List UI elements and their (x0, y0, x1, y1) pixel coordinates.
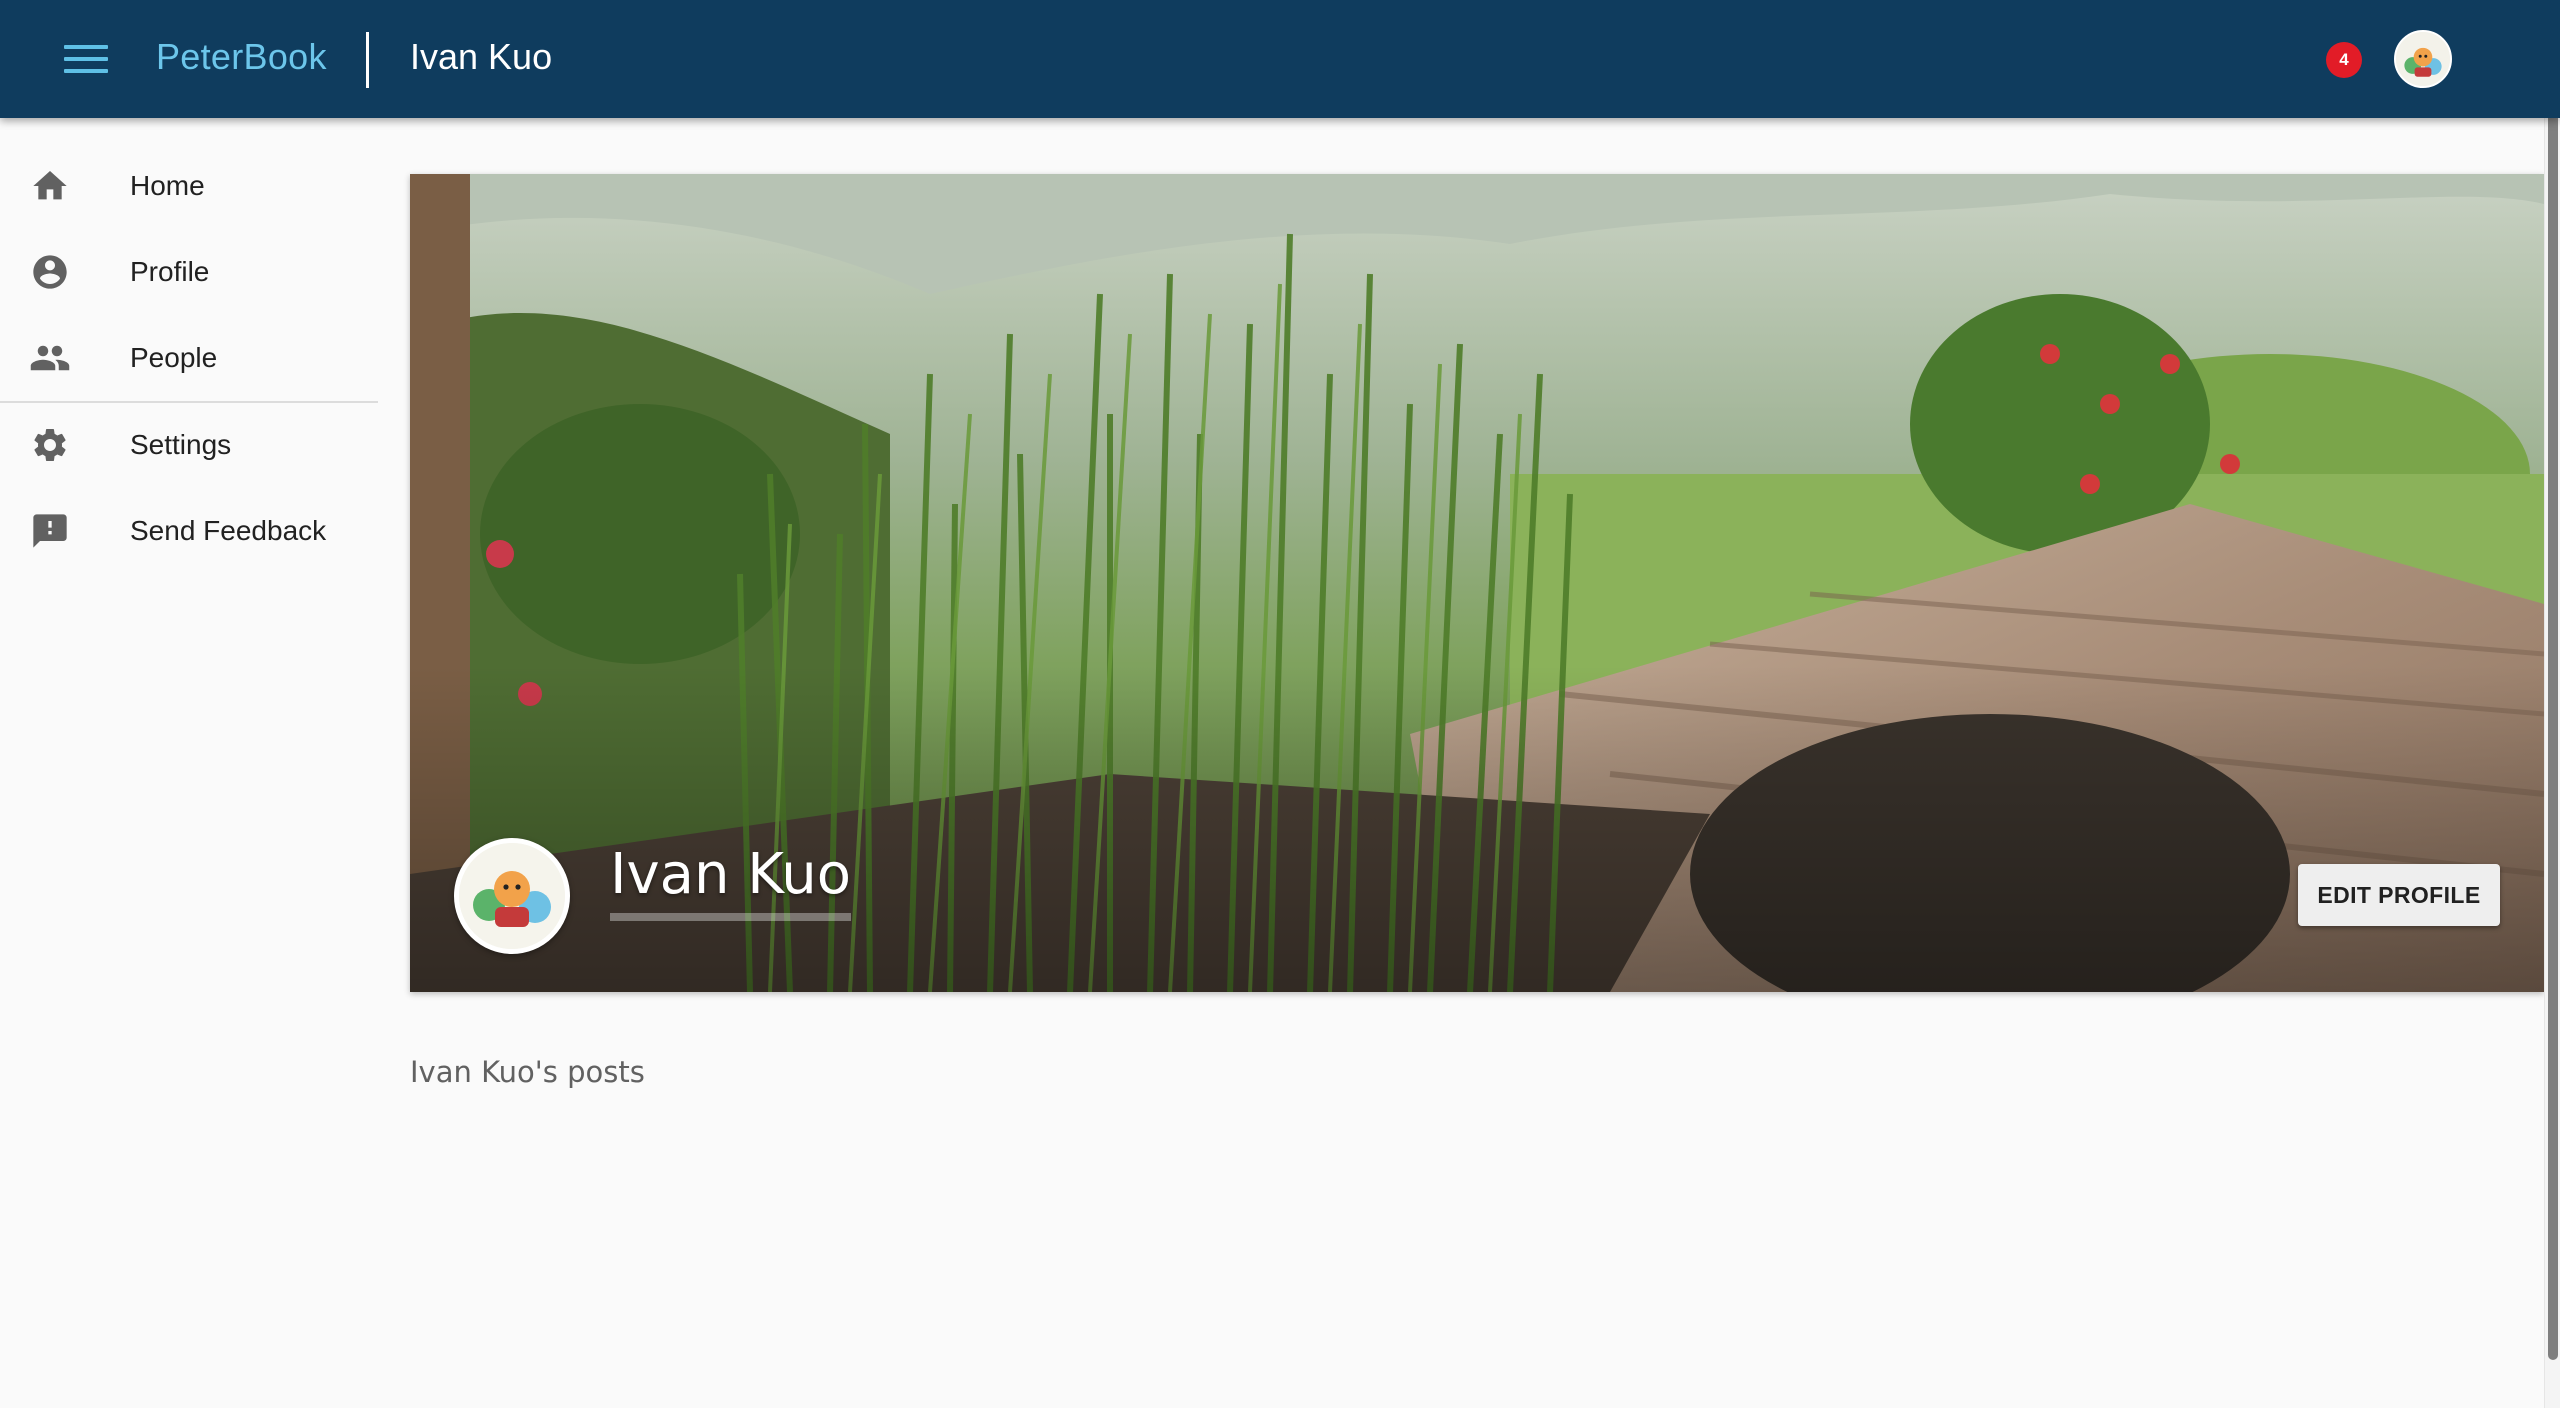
sidebar-item-label: Settings (130, 429, 232, 460)
profile-name: Ivan Kuo (610, 842, 851, 921)
sidebar: Home Profile People Settings Send Feedba… (0, 118, 378, 1408)
sidebar-item-people[interactable]: People (0, 318, 378, 398)
user-avatar[interactable] (2394, 30, 2452, 88)
sidebar-item-label: Home (130, 170, 205, 201)
sidebar-item-settings[interactable]: Settings (0, 405, 378, 485)
notification-badge[interactable]: 4 (2326, 42, 2362, 78)
brand-logo[interactable]: PeterBook (156, 36, 327, 78)
sidebar-item-home[interactable]: Home (0, 146, 378, 226)
profile-cover: Ivan Kuo EDIT PROFILE (410, 174, 2544, 992)
gear-icon (28, 423, 72, 467)
avatar-illustration (2396, 32, 2450, 86)
sidebar-divider (0, 401, 378, 403)
scrollbar-thumb[interactable] (2548, 4, 2558, 1360)
menu-icon[interactable] (58, 38, 114, 80)
edit-profile-button[interactable]: EDIT PROFILE (2298, 864, 2500, 926)
avatar-illustration (459, 843, 565, 949)
feedback-icon (28, 509, 72, 553)
posts-heading: Ivan Kuo's posts (410, 1055, 645, 1089)
account-circle-icon (28, 250, 72, 294)
sidebar-item-send-feedback[interactable]: Send Feedback (0, 491, 378, 571)
sidebar-item-label: Profile (130, 256, 210, 287)
page-title: Ivan Kuo (410, 36, 553, 77)
home-icon (28, 164, 72, 208)
sidebar-item-label: Send Feedback (130, 515, 327, 546)
sidebar-item-label: People (130, 342, 218, 373)
people-icon (28, 336, 72, 380)
page-scrollbar[interactable] (2544, 0, 2560, 1408)
app-bar: PeterBook Ivan Kuo 4 (0, 0, 2560, 118)
app-root: PeterBook Ivan Kuo 4 Home Profile People… (0, 0, 2560, 1408)
sidebar-item-profile[interactable]: Profile (0, 232, 378, 312)
appbar-divider (366, 32, 369, 88)
profile-avatar[interactable] (454, 838, 570, 954)
